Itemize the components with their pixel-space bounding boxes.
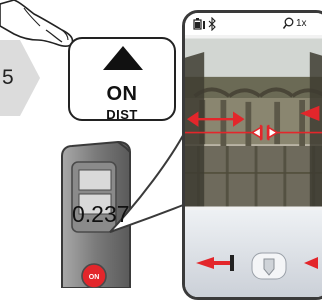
distance-value: 0.237 [72, 201, 130, 227]
battery-icon [193, 18, 205, 30]
step-number: 5 [2, 66, 14, 89]
on-dist-button[interactable]: ON DIST [68, 37, 176, 122]
button-top-label: ON [106, 83, 138, 105]
button-bottom-label: DIST [106, 107, 138, 122]
instruction-illustration: 5 ON DIST ON 1x 0.237 [0, 0, 322, 300]
status-bar: 1x [185, 13, 322, 35]
measure-start-icon [196, 252, 318, 280]
zoom-icon [283, 17, 294, 29]
camera-view [185, 38, 322, 207]
bluetooth-icon [208, 17, 216, 31]
zoom-label: 1x [296, 18, 307, 29]
triangle-icon [103, 46, 143, 70]
device-on-key-label: ON [89, 274, 100, 281]
